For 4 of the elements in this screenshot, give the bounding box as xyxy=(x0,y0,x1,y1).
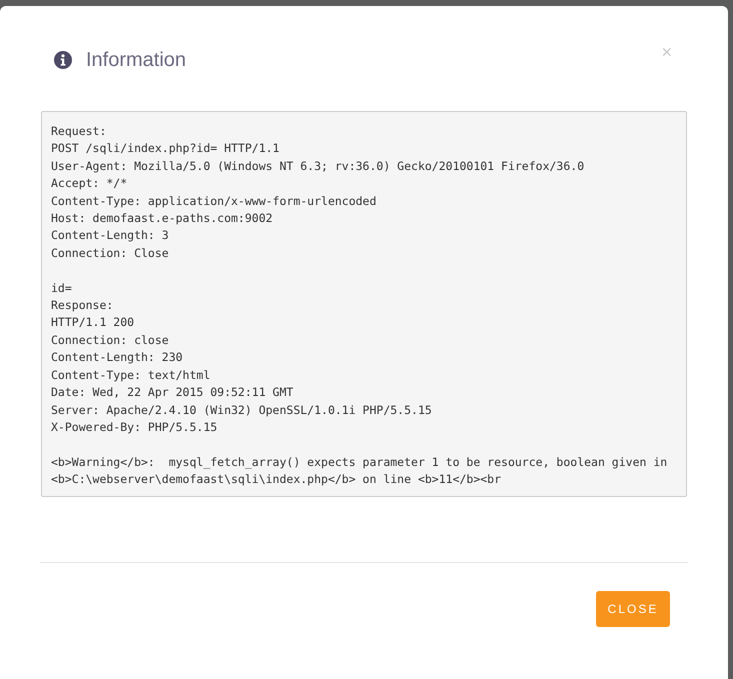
response-text: Request: POST /sqli/index.php?id= HTTP/1.1 User-Agent: Mozilla/5.0 (Windows NT 6.3; rv:36.0) Gecko/20100101 Firefox/36.0 Accept: */* Content-Type: application/x-www-form-urlencoded Host: demofaast.e-paths.com:9002 Content-Length: 3 Connection: Close id= Response: HTTP/1.1 200 Connection: close Content-Length: 230 Content-Type: text/html Date: Wed, 22 Apr 2015 09:52:11 GMT Server: Apache/2.4.10 (Win32) OpenSSL/1.0.1i PHP/5.5.15 X-Powered-By: PHP/5.5.15 <b>Warning</b>: mysql_fetch_array() expects parameter 1 to be resource, boolean given in <b>C:\webserver\demofaast\sqli\index.php</b> on line <b>11</b><br xyxy=(41,111,687,497)
info-icon xyxy=(54,51,72,69)
dialog-title: Information xyxy=(86,48,186,73)
close-button[interactable]: CLOSE xyxy=(596,591,670,627)
